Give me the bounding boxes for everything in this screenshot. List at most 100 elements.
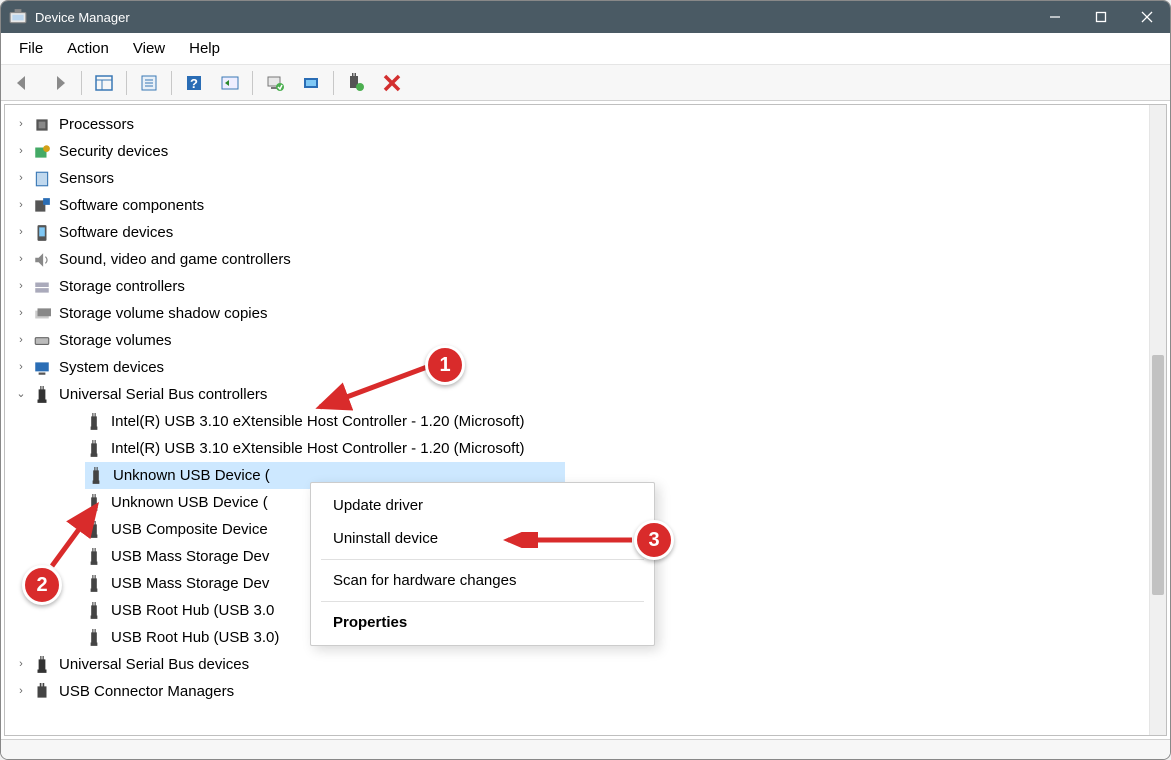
update-driver-button[interactable]	[294, 69, 328, 97]
category-label: Processors	[59, 111, 134, 138]
annotation-badge-3: 3	[634, 520, 674, 560]
chevron-down-icon[interactable]: ⌄	[13, 381, 29, 408]
minimize-button[interactable]	[1032, 1, 1078, 33]
annotation-badge-2: 2	[22, 565, 62, 605]
device-label: USB Root Hub (USB 3.0	[111, 597, 274, 624]
category-icon	[33, 143, 51, 161]
back-button[interactable]	[6, 69, 40, 97]
category-icon	[33, 305, 51, 323]
usb-device-icon	[85, 629, 103, 647]
toolbar-separator	[252, 71, 253, 95]
category-icon	[33, 359, 51, 377]
tree-category[interactable]: › Software components	[5, 192, 1149, 219]
chevron-right-icon[interactable]: ›	[13, 246, 29, 273]
category-icon	[33, 332, 51, 350]
tree-category[interactable]: ›Security devices	[5, 138, 1149, 165]
tree-category[interactable]: › Storage controllers	[5, 273, 1149, 300]
chevron-right-icon[interactable]: ›	[13, 111, 29, 138]
category-label: Storage volumes	[59, 327, 172, 354]
device-label: USB Mass Storage Dev	[111, 570, 269, 597]
ctx-separator	[321, 559, 644, 560]
window-title: Device Manager	[35, 10, 1032, 25]
usb-device-icon	[85, 440, 103, 458]
action-button[interactable]	[213, 69, 247, 97]
tree-category[interactable]: ›Sensors	[5, 165, 1149, 192]
device-label: USB Composite Device	[111, 516, 268, 543]
category-icon	[33, 386, 51, 404]
chevron-right-icon[interactable]: ›	[13, 165, 29, 192]
scrollbar-thumb[interactable]	[1152, 355, 1164, 595]
tree-category[interactable]: ⌄ Universal Serial Bus controllers	[5, 381, 1149, 408]
category-icon	[33, 251, 51, 269]
toolbar-separator	[171, 71, 172, 95]
menu-action[interactable]: Action	[55, 36, 121, 61]
chevron-right-icon[interactable]: ›	[13, 300, 29, 327]
menu-file[interactable]: File	[7, 36, 55, 61]
uninstall-device-button[interactable]	[375, 69, 409, 97]
annotation-badge-1: 1	[425, 345, 465, 385]
annotation-arrow-2	[48, 498, 108, 570]
device-label: Unknown USB Device (	[111, 489, 268, 516]
usb-device-icon	[85, 575, 103, 593]
toolbar: ?	[1, 65, 1170, 101]
status-bar	[1, 739, 1170, 759]
chevron-right-icon[interactable]: ›	[13, 327, 29, 354]
tree-category[interactable]: › System devices	[5, 354, 1149, 381]
tree-device[interactable]: Intel(R) USB 3.10 eXtensible Host Contro…	[5, 435, 1149, 462]
chevron-right-icon[interactable]: ›	[13, 138, 29, 165]
enable-device-button[interactable]	[339, 69, 373, 97]
chevron-right-icon[interactable]: ›	[13, 354, 29, 381]
forward-button[interactable]	[42, 69, 76, 97]
toolbar-separator	[333, 71, 334, 95]
ctx-properties[interactable]: Properties	[311, 606, 654, 639]
annotation-arrow-3	[500, 532, 640, 548]
category-icon	[33, 197, 51, 215]
ctx-scan-hardware[interactable]: Scan for hardware changes	[311, 564, 654, 597]
titlebar: Device Manager	[1, 1, 1170, 33]
context-menu: Update driver Uninstall device Scan for …	[310, 482, 655, 646]
chevron-right-icon[interactable]: ›	[13, 651, 29, 678]
tree-category[interactable]: ›Universal Serial Bus devices	[5, 651, 1149, 678]
category-label: Universal Serial Bus controllers	[59, 381, 267, 408]
app-icon	[9, 8, 27, 26]
chevron-right-icon[interactable]: ›	[13, 192, 29, 219]
menu-help[interactable]: Help	[177, 36, 232, 61]
usb-device-icon	[87, 467, 105, 485]
maximize-button[interactable]	[1078, 1, 1124, 33]
device-label: USB Mass Storage Dev	[111, 543, 269, 570]
tree-category[interactable]: › Processors	[5, 111, 1149, 138]
properties-button[interactable]	[132, 69, 166, 97]
show-hide-tree-button[interactable]	[87, 69, 121, 97]
usb-device-icon	[85, 602, 103, 620]
chevron-right-icon[interactable]: ›	[13, 219, 29, 246]
menu-view[interactable]: View	[121, 36, 177, 61]
category-icon	[33, 116, 51, 134]
tree-category[interactable]: ›USB Connector Managers	[5, 678, 1149, 705]
ctx-update-driver[interactable]: Update driver	[311, 489, 654, 522]
tree-device[interactable]: Intel(R) USB 3.10 eXtensible Host Contro…	[5, 408, 1149, 435]
tree-category[interactable]: › Sound, video and game controllers	[5, 246, 1149, 273]
category-icon	[33, 278, 51, 296]
tree-category[interactable]: › Storage volumes	[5, 327, 1149, 354]
category-label: Software devices	[59, 219, 173, 246]
category-label: System devices	[59, 354, 164, 381]
scan-hardware-button[interactable]	[258, 69, 292, 97]
ctx-separator	[321, 601, 644, 602]
tree-category[interactable]: › Storage volume shadow copies	[5, 300, 1149, 327]
tree-category[interactable]: › Software devices	[5, 219, 1149, 246]
device-label: Unknown USB Device (	[113, 462, 270, 489]
close-button[interactable]	[1124, 1, 1170, 33]
vertical-scrollbar[interactable]	[1149, 105, 1166, 735]
device-label: Intel(R) USB 3.10 eXtensible Host Contro…	[111, 435, 525, 462]
category-icon	[33, 170, 51, 188]
help-button[interactable]: ?	[177, 69, 211, 97]
category-label: Storage volume shadow copies	[59, 300, 267, 327]
category-icon	[33, 656, 51, 674]
category-label: Software components	[59, 192, 204, 219]
chevron-right-icon[interactable]: ›	[13, 678, 29, 705]
chevron-right-icon[interactable]: ›	[13, 273, 29, 300]
category-label: Storage controllers	[59, 273, 185, 300]
svg-text:?: ?	[190, 76, 198, 91]
category-label: Sound, video and game controllers	[59, 246, 291, 273]
device-manager-window: Device Manager File Action View Help ? ›…	[0, 0, 1171, 760]
